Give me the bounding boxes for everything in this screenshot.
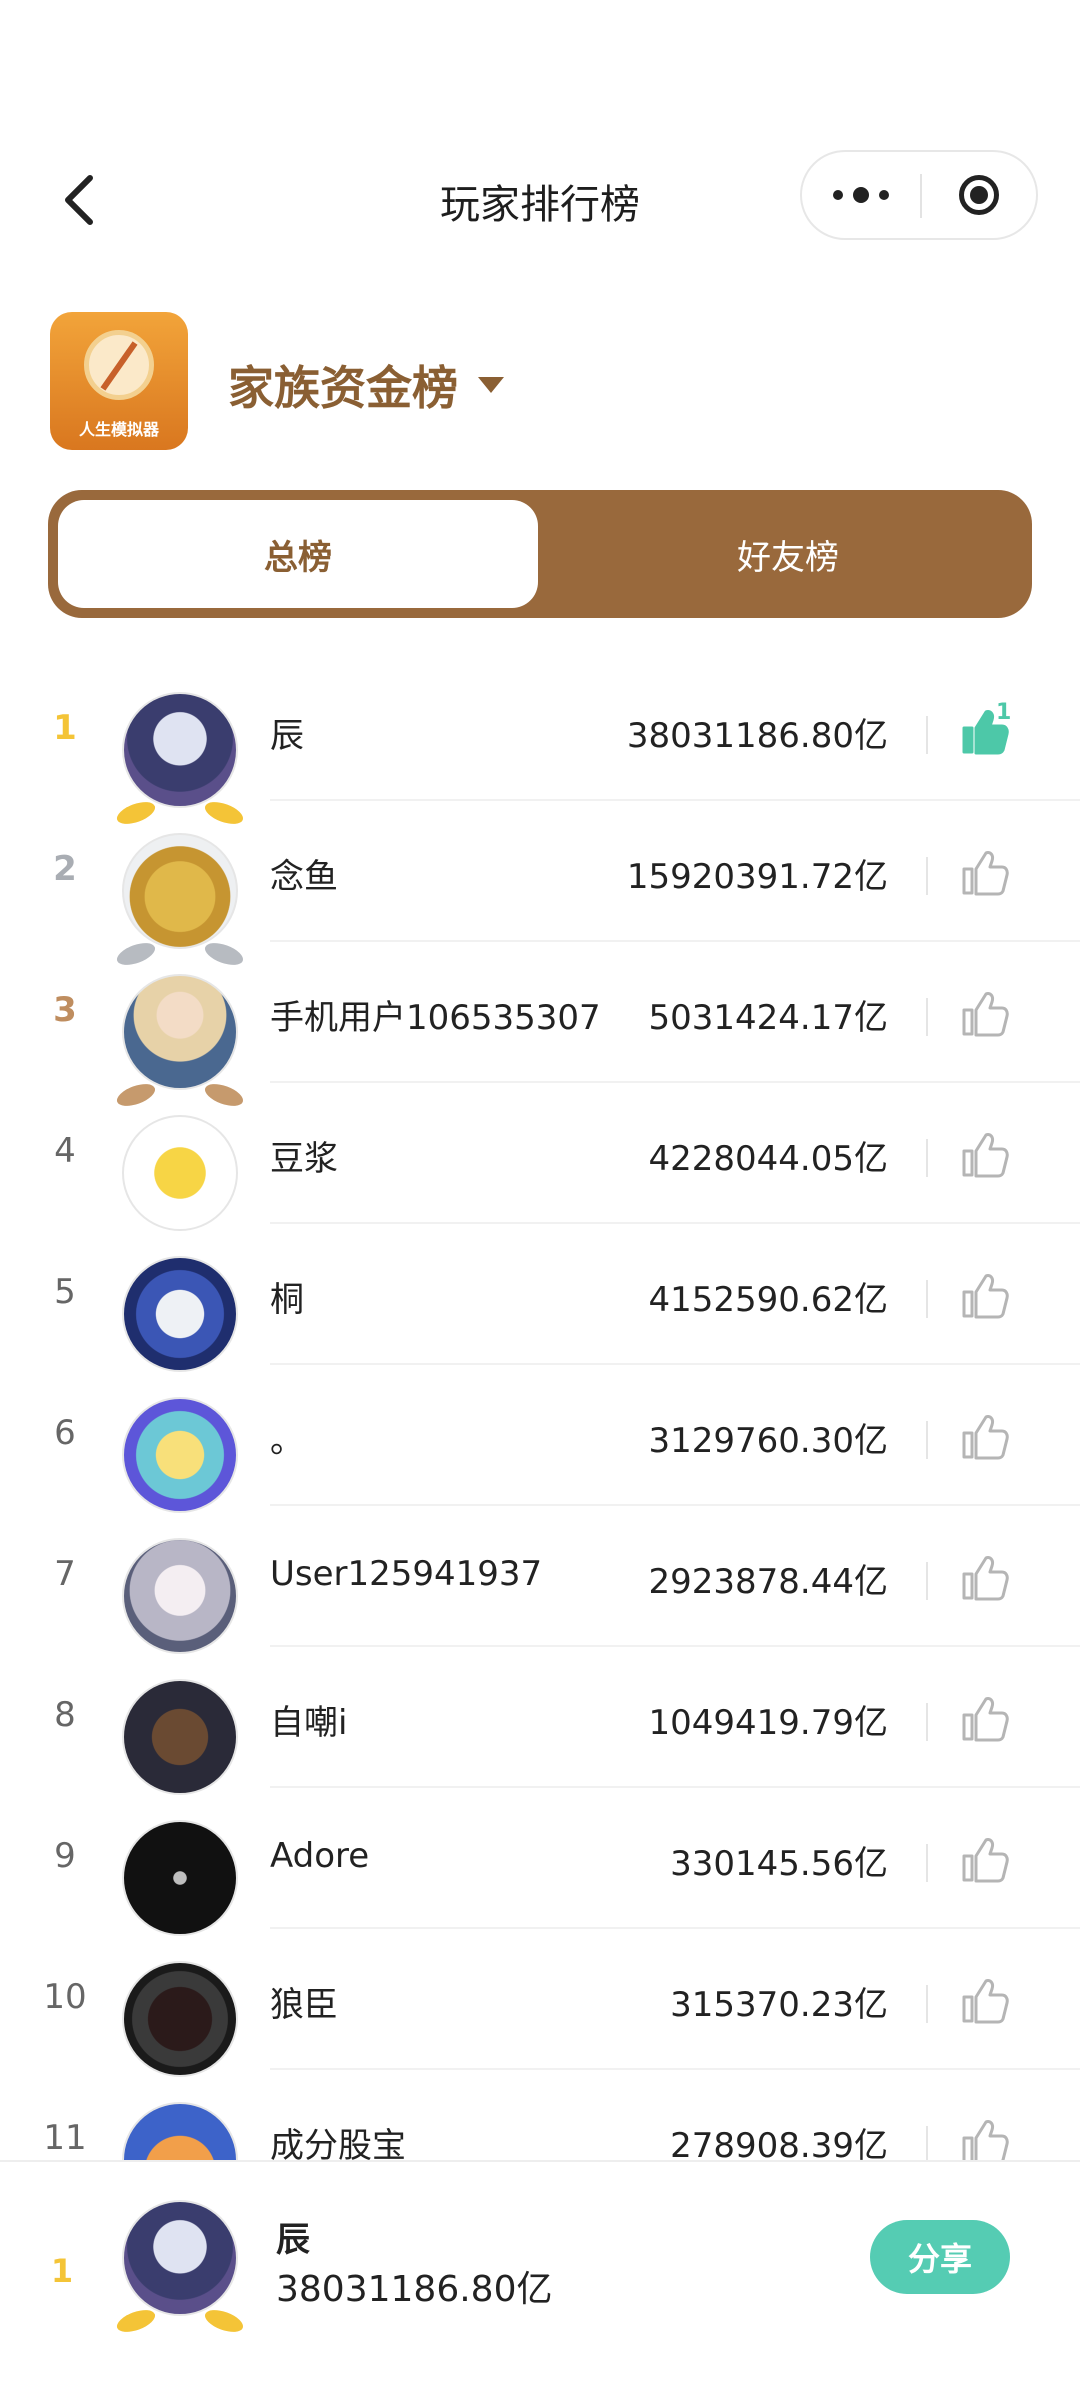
thumbs-up-icon[interactable] xyxy=(958,1552,1010,1604)
ranking-tab-switch: 总榜 好友榜 xyxy=(48,490,1032,618)
navbar: 玩家排行榜 xyxy=(0,150,1080,250)
leaderboard-row[interactable]: 7 User125941937 2923878.44亿 xyxy=(0,1506,1080,1654)
row-separator xyxy=(926,2126,928,2164)
player-name: 狼臣 xyxy=(270,1985,338,2025)
player-name: 手机用户106535307 xyxy=(270,998,601,1038)
row-separator xyxy=(926,1421,928,1459)
my-rank-number: 1 xyxy=(50,2252,74,2290)
share-button[interactable]: 分享 xyxy=(870,2220,1010,2294)
row-separator xyxy=(926,1280,928,1318)
player-avatar[interactable] xyxy=(122,1115,238,1231)
player-name: 辰 xyxy=(270,716,304,756)
player-name: 念鱼 xyxy=(270,857,338,897)
board-title: 家族资金榜 xyxy=(228,361,458,415)
player-score: 4152590.62亿 xyxy=(648,1280,889,1320)
row-separator xyxy=(926,1844,928,1882)
leaderboard-list[interactable]: 1 辰 38031186.80亿 1 2 念鱼 15920391.72亿 3 手机用户10653… xyxy=(0,660,1080,2165)
rank-number: 6 xyxy=(54,1413,76,1453)
player-avatar[interactable] xyxy=(114,833,246,970)
my-rank-bar: 1 辰 38031186.80亿 分享 xyxy=(0,2160,1080,2402)
player-name: User125941937 xyxy=(270,1554,543,1594)
rank-number: 1 xyxy=(53,708,77,748)
row-separator xyxy=(926,1139,928,1177)
player-avatar[interactable] xyxy=(122,1679,238,1795)
my-avatar xyxy=(114,2200,246,2337)
player-name: 桐 xyxy=(270,1280,304,1320)
player-name: 成分股宝 xyxy=(270,2126,406,2165)
row-separator xyxy=(926,998,928,1036)
leaderboard-row[interactable]: 10 狼臣 315370.23亿 xyxy=(0,1929,1080,2077)
player-score: 2923878.44亿 xyxy=(648,1562,889,1602)
rank-number: 10 xyxy=(43,1977,87,2017)
leaderboard-row[interactable]: 2 念鱼 15920391.72亿 xyxy=(0,801,1080,970)
rank-number: 9 xyxy=(54,1836,76,1876)
leaderboard-row[interactable]: 3 手机用户106535307 5031424.17亿 xyxy=(0,942,1080,1111)
row-separator xyxy=(926,716,928,754)
leaderboard-row[interactable]: 5 桐 4152590.62亿 xyxy=(0,1224,1080,1372)
rank-number: 5 xyxy=(54,1272,76,1312)
rank-number: 11 xyxy=(43,2118,87,2158)
my-name: 辰 xyxy=(276,2220,310,2260)
leaderboard-row[interactable]: 11 成分股宝 278908.39亿 xyxy=(0,2070,1080,2165)
leaderboard-row[interactable]: 1 辰 38031186.80亿 1 xyxy=(0,660,1080,829)
player-avatar[interactable] xyxy=(122,1256,238,1372)
player-score: 4228044.05亿 xyxy=(648,1139,889,1179)
rank-number: 7 xyxy=(54,1554,76,1594)
player-avatar[interactable] xyxy=(122,1961,238,2077)
player-score: 15920391.72亿 xyxy=(626,857,888,897)
thumbs-up-icon[interactable] xyxy=(958,988,1010,1040)
mini-program-capsule xyxy=(800,150,1038,240)
thumbs-up-icon[interactable] xyxy=(958,847,1010,899)
row-separator xyxy=(926,857,928,895)
leaderboard-row[interactable]: 8 自嘲i 1049419.79亿 xyxy=(0,1647,1080,1795)
game-app-icon: 人生模拟器 xyxy=(50,312,188,450)
board-selector[interactable]: 家族资金榜 xyxy=(228,352,504,418)
player-avatar[interactable] xyxy=(122,2102,238,2165)
player-avatar[interactable] xyxy=(114,692,246,829)
rank-number: 8 xyxy=(54,1695,76,1735)
player-score: 38031186.80亿 xyxy=(626,716,888,756)
thumbs-up-icon[interactable] xyxy=(958,1129,1010,1181)
more-options-icon[interactable] xyxy=(802,152,920,238)
player-score: 1049419.79亿 xyxy=(648,1703,889,1743)
player-name: Adore xyxy=(270,1836,370,1876)
player-score: 330145.56亿 xyxy=(670,1844,888,1884)
player-score: 5031424.17亿 xyxy=(648,998,889,1038)
player-score: 315370.23亿 xyxy=(670,1985,888,2025)
row-separator xyxy=(926,1985,928,2023)
player-avatar[interactable] xyxy=(122,1820,238,1936)
player-avatar[interactable] xyxy=(114,974,246,1111)
tab-friends[interactable]: 好友榜 xyxy=(548,500,1028,608)
player-name: 自嘲i xyxy=(270,1703,348,1743)
thumbs-up-icon[interactable] xyxy=(958,1411,1010,1463)
row-separator xyxy=(926,1703,928,1741)
rank-number: 3 xyxy=(53,990,77,1030)
close-miniprogram-icon[interactable] xyxy=(922,152,1036,238)
thumbs-up-icon[interactable] xyxy=(958,2116,1010,2165)
tab-overall[interactable]: 总榜 xyxy=(58,500,538,608)
thumbs-up-icon[interactable] xyxy=(958,1975,1010,2027)
game-icon-label: 人生模拟器 xyxy=(78,420,159,439)
row-separator xyxy=(926,1562,928,1600)
thumbs-up-icon[interactable] xyxy=(958,1834,1010,1886)
player-name: 豆浆 xyxy=(270,1139,338,1179)
player-name: 。 xyxy=(270,1421,304,1461)
like-count: 1 xyxy=(996,700,1012,725)
player-avatar[interactable] xyxy=(122,1397,238,1513)
leaderboard-row[interactable]: 4 豆浆 4228044.05亿 xyxy=(0,1083,1080,1231)
rank-number: 2 xyxy=(53,849,77,889)
leaderboard-row[interactable]: 9 Adore 330145.56亿 xyxy=(0,1788,1080,1936)
player-score: 3129760.30亿 xyxy=(648,1421,889,1461)
rank-number: 4 xyxy=(54,1131,76,1171)
thumbs-up-icon[interactable] xyxy=(958,1693,1010,1745)
my-score: 38031186.80亿 xyxy=(276,2269,553,2310)
leaderboard-row[interactable]: 6 。 3129760.30亿 xyxy=(0,1365,1080,1513)
thumbs-up-icon[interactable] xyxy=(958,1270,1010,1322)
player-score: 278908.39亿 xyxy=(670,2126,888,2165)
dropdown-caret-icon xyxy=(478,377,504,393)
player-avatar[interactable] xyxy=(122,1538,238,1654)
